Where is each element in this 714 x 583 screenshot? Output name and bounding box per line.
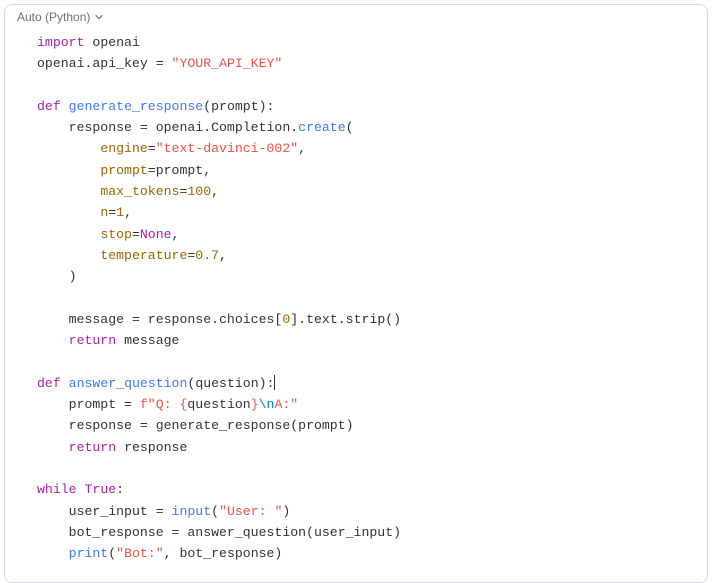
return-response: response [124, 440, 187, 455]
value-prompt: prompt, [156, 163, 211, 178]
chevron-down-icon [94, 12, 104, 22]
param-temperature: temperature [100, 248, 187, 263]
number-temp: 0.7 [195, 248, 219, 263]
method-create: create [298, 120, 345, 135]
keyword-return: return [69, 333, 116, 348]
code-content[interactable]: import openai openai.api_key = "YOUR_API… [5, 26, 707, 582]
response-assign: response = openai.Completion. [69, 120, 299, 135]
param-question: question [195, 376, 258, 391]
fstr-question: question [187, 397, 250, 412]
number-1: 1 [116, 205, 124, 220]
text-cursor [274, 375, 275, 390]
keyword-def: def [37, 99, 61, 114]
fstr-close: } [251, 397, 259, 412]
string-engine: "text-davinci-002" [156, 141, 298, 156]
true-literal: True [85, 482, 117, 497]
string-bot: "Bot:" [116, 546, 163, 561]
message-tail: ].text.strip() [290, 312, 401, 327]
bot-response-assign: bot_response = answer_question(user_inpu… [69, 525, 401, 540]
print-tail: , bot_response) [164, 546, 283, 561]
user-input-assign: user_input = [69, 504, 172, 519]
param-stop: stop [100, 227, 132, 242]
code-block-container: Auto (Python) import openai openai.api_k… [4, 4, 708, 583]
fstring-prefix: f"Q: [140, 397, 180, 412]
builtin-input: input [172, 504, 212, 519]
param-prompt: prompt [211, 99, 258, 114]
api-key-assign: openai.api_key = [37, 56, 172, 71]
keyword-while: while [37, 482, 77, 497]
param-engine: engine [100, 141, 147, 156]
escape-newline: \n [259, 397, 275, 412]
keyword-def2: def [37, 376, 61, 391]
string-user: "User: " [219, 504, 282, 519]
return-message: message [124, 333, 179, 348]
keyword-return2: return [69, 440, 116, 455]
param-max-tokens: max_tokens [100, 184, 179, 199]
string-api-key: "YOUR_API_KEY" [172, 56, 283, 71]
none-literal: None [140, 227, 172, 242]
module-openai: openai [92, 35, 139, 50]
language-label: Auto (Python) [17, 10, 90, 24]
func-generate-response: generate_response [69, 99, 204, 114]
param-n: n [100, 205, 108, 220]
number-100: 100 [187, 184, 211, 199]
builtin-print: print [69, 546, 109, 561]
message-assign: message = response.choices[ [69, 312, 283, 327]
keyword-import: import [37, 35, 84, 50]
fstring-suffix: A:" [274, 397, 298, 412]
response2-assign: response = generate_response(prompt) [69, 418, 354, 433]
prompt2-assign: prompt = [69, 397, 140, 412]
param-prompt-kw: prompt [100, 163, 147, 178]
language-selector[interactable]: Auto (Python) [5, 5, 707, 26]
func-answer-question: answer_question [69, 376, 188, 391]
